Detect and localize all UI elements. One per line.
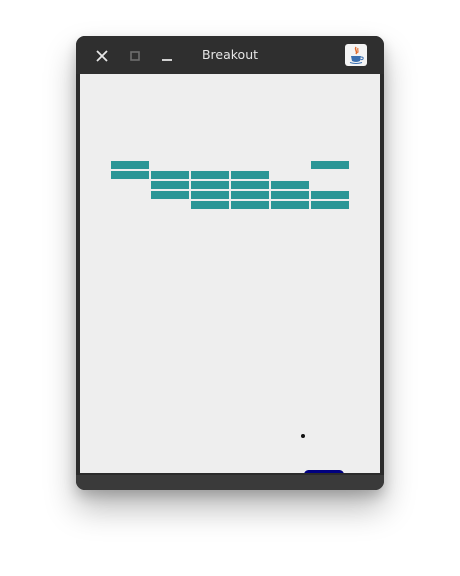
brick	[111, 171, 149, 179]
brick	[311, 161, 349, 169]
brick	[151, 181, 189, 189]
close-button[interactable]	[92, 46, 112, 66]
ball	[301, 434, 305, 438]
maximize-button[interactable]	[125, 46, 145, 66]
app-icon-button[interactable]	[345, 44, 367, 66]
brick	[151, 171, 189, 179]
window-title: Breakout	[201, 47, 259, 62]
brick	[191, 191, 229, 199]
minimize-icon	[162, 59, 172, 61]
brick	[271, 191, 309, 199]
brick	[311, 201, 349, 209]
brick	[231, 171, 269, 179]
game-canvas[interactable]	[80, 74, 380, 479]
app-window: Breakout	[76, 36, 384, 490]
brick	[191, 201, 229, 209]
java-icon	[349, 46, 364, 64]
brick	[231, 191, 269, 199]
maximize-icon	[130, 51, 140, 61]
brick	[111, 161, 149, 169]
brick	[191, 171, 229, 179]
minimize-button[interactable]	[157, 46, 177, 66]
title-bar[interactable]: Breakout	[76, 36, 384, 74]
close-icon	[96, 50, 108, 62]
brick	[271, 181, 309, 189]
brick	[311, 191, 349, 199]
brick	[231, 201, 269, 209]
window-bottom-edge	[76, 473, 384, 490]
brick	[191, 181, 229, 189]
brick	[271, 201, 309, 209]
brick	[151, 191, 189, 199]
brick	[231, 181, 269, 189]
